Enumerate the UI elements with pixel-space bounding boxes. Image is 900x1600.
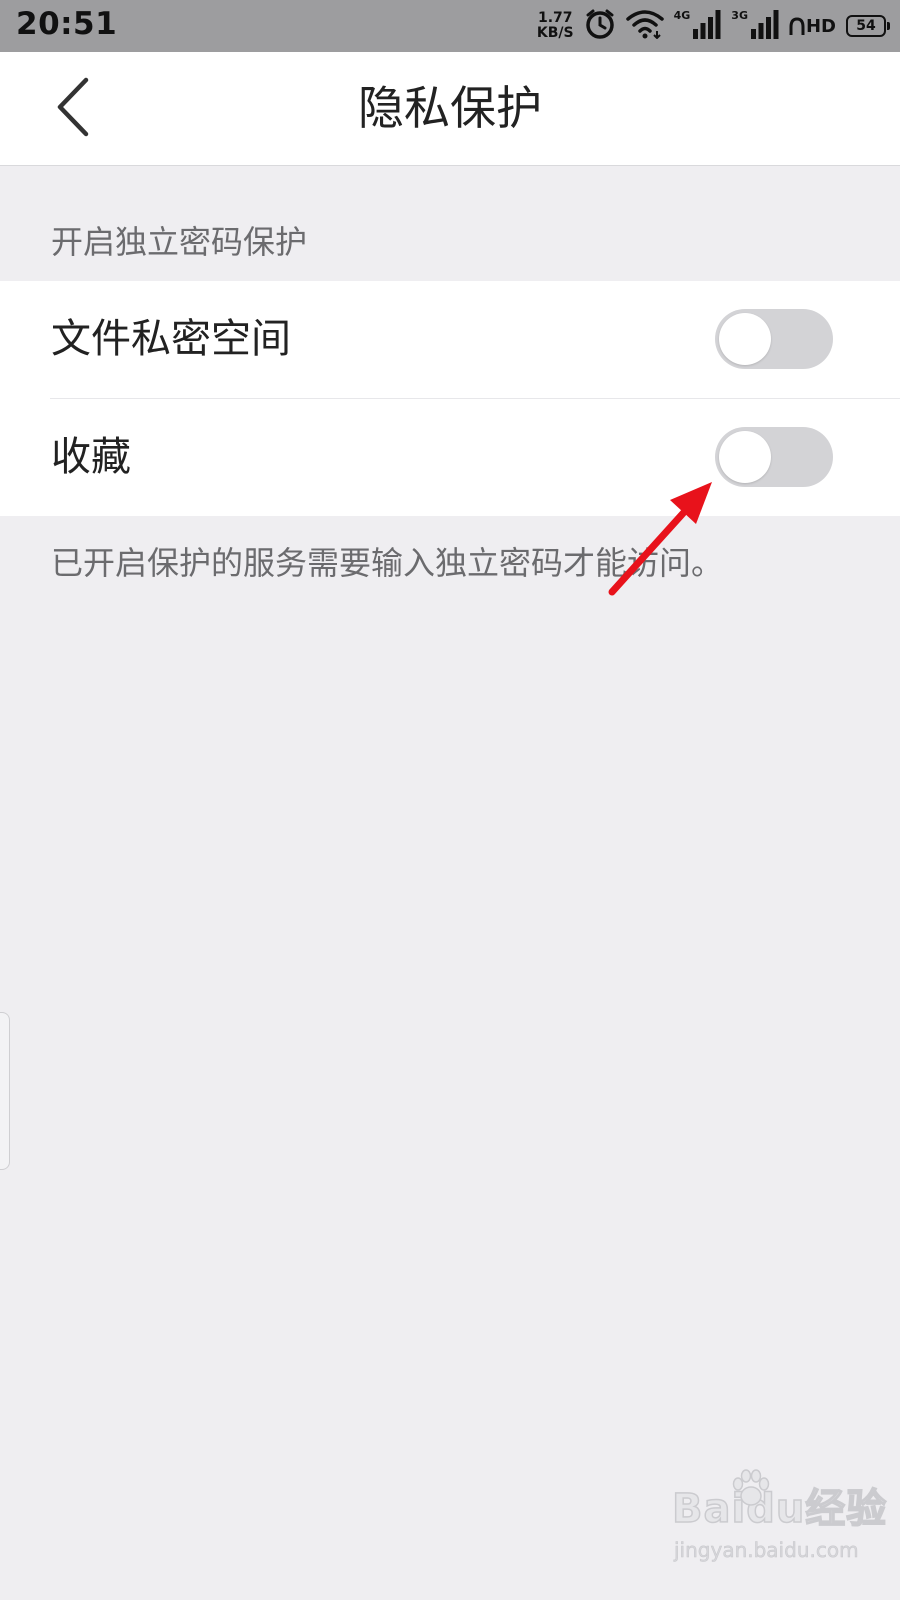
status-icons: 1.77 KB/S 4G 3G HD 54 — [537, 7, 890, 45]
edge-drawer-handle[interactable] — [0, 1012, 10, 1170]
private-space-toggle[interactable] — [715, 309, 833, 369]
list-item-private-space[interactable]: 文件私密空间 — [0, 281, 900, 398]
baidu-watermark: Baidu经验 jingyan.baidu.com — [671, 1462, 887, 1572]
title-bar: 隐私保护 — [0, 52, 900, 166]
cellular-signal-1: 4G — [674, 9, 722, 43]
status-time: 20:51 — [16, 6, 118, 42]
battery-icon: 54 — [846, 15, 890, 37]
network-speed-unit: KB/S — [536, 25, 574, 41]
favorites-toggle[interactable] — [715, 427, 833, 487]
cellular-signal-2: 3G — [731, 9, 779, 43]
hd-voice-icon: HD — [789, 16, 836, 37]
section-header: 开启独立密码保护 — [51, 223, 308, 261]
list-item-label: 文件私密空间 — [51, 316, 291, 362]
signal-bars-icon — [750, 9, 779, 43]
list-item-label: 收藏 — [51, 434, 131, 480]
wifi-icon — [625, 9, 664, 43]
toggle-knob — [719, 431, 771, 483]
signal-2-label: 3G — [731, 9, 748, 22]
signal-bars-icon — [693, 9, 721, 43]
network-speed-value: 1.77 — [537, 10, 573, 26]
status-bar: 20:51 1.77 KB/S 4G 3G HD 54 — [0, 0, 900, 52]
alarm-icon — [584, 8, 616, 44]
watermark-url: jingyan.baidu.com — [674, 1538, 859, 1563]
hd-label: HD — [805, 15, 836, 37]
signal-1-label: 4G — [673, 9, 691, 22]
chevron-left-icon — [57, 77, 89, 137]
list-item-favorites[interactable]: 收藏 — [0, 399, 900, 516]
page-title: 隐私保护 — [358, 81, 542, 135]
footer-note: 已开启保护的服务需要输入独立密码才能访问。 — [51, 544, 724, 582]
toggle-knob — [719, 313, 771, 365]
back-button[interactable] — [44, 74, 110, 140]
battery-level: 54 — [856, 18, 876, 34]
network-speed: 1.77 KB/S — [537, 11, 574, 41]
paw-logo-icon — [732, 1469, 770, 1506]
settings-list: 文件私密空间 收藏 — [0, 281, 900, 516]
watermark-text: Baidu经验 — [671, 1485, 888, 1533]
